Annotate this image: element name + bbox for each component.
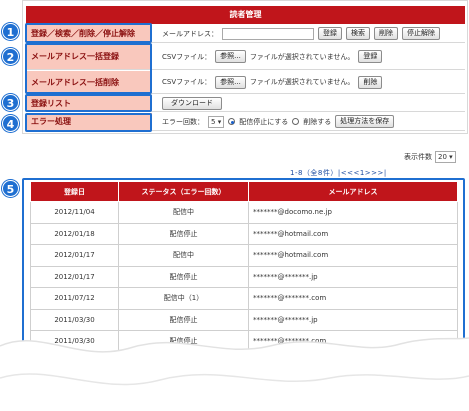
per-page-label: 表示件数 [404, 153, 432, 161]
panel-title: 読者管理 [26, 6, 465, 24]
pagination[interactable]: 1-8（全8件）|<<<1>>>| [290, 168, 387, 178]
download-button[interactable]: ダウンロード [162, 96, 222, 110]
registration-date-cell: 2012/01/17 [30, 265, 119, 288]
email-cell: *******@docomo.ne.jp [248, 201, 458, 224]
status-cell: 配信中（1） [118, 287, 249, 310]
csv-label: CSVファイル： [162, 78, 212, 86]
register-button[interactable]: 登録 [318, 27, 342, 40]
column-header-status: ステータス（エラー回数） [118, 181, 249, 202]
email-cell: *******@*******.jp [248, 265, 458, 288]
bulk-register-button[interactable]: 登録 [358, 50, 383, 63]
per-page-control: 表示件数 20 ▾ [404, 151, 456, 163]
error-count-label: エラー回数： [162, 117, 204, 126]
highlight-box-3 [25, 94, 152, 112]
save-method-button[interactable]: 処理方法を保存 [335, 115, 395, 128]
per-page-select[interactable]: 20 ▾ [435, 151, 456, 163]
step-badge-5: 5 [2, 180, 19, 197]
status-cell: 配信中 [118, 244, 249, 267]
browse-button[interactable]: 参照... [215, 50, 246, 63]
table-row: 2012/01/17 配信停止 *******@*******.jp [30, 265, 458, 288]
browse-button[interactable]: 参照... [215, 75, 246, 89]
step-badge-3: 3 [2, 94, 19, 111]
email-label: メールアドレス： [162, 29, 218, 38]
status-cell: 配信中 [118, 201, 249, 224]
highlight-box-4 [25, 113, 152, 132]
torn-edge-decoration [0, 337, 469, 411]
status-cell: 配信停止 [118, 265, 249, 288]
email-input[interactable] [222, 27, 314, 40]
resume-button[interactable]: 停止解除 [402, 27, 440, 40]
column-header-date: 登録日 [30, 181, 119, 202]
registration-date-cell: 2011/07/12 [30, 287, 119, 310]
table-row: 2012/01/18 配信停止 *******@hotmail.com [30, 222, 458, 245]
stop-delivery-label: 配信停止にする [239, 117, 289, 126]
email-cell: *******@hotmail.com [248, 244, 458, 267]
table-row: 2012/01/17 配信中 *******@hotmail.com [30, 244, 458, 267]
highlight-box-2 [25, 43, 152, 94]
bulk-delete-button[interactable]: 削除 [358, 75, 383, 89]
no-file-text: ファイルが選択されていません。 [249, 52, 355, 61]
stop-delivery-radio[interactable] [228, 118, 236, 125]
search-button[interactable]: 検索 [346, 27, 370, 40]
no-file-text: ファイルが選択されていません。 [249, 78, 355, 86]
step-badge-1: 1 [2, 23, 19, 40]
registration-date-cell: 2012/01/17 [30, 244, 119, 267]
column-header-email: メールアドレス [248, 181, 458, 202]
table-row: 2011/07/12 配信中（1） *******@*******.com [30, 287, 458, 310]
csv-label: CSVファイル： [162, 52, 212, 61]
email-cell: *******@*******.com [248, 287, 458, 310]
registration-date-cell: 2012/01/18 [30, 222, 119, 245]
delete-label: 削除する [303, 117, 332, 126]
email-cell: *******@hotmail.com [248, 222, 458, 245]
step-badge-2: 2 [2, 48, 19, 65]
step-badge-4: 4 [2, 115, 19, 132]
delete-radio[interactable] [292, 118, 300, 125]
registration-date-cell: 2012/11/04 [30, 201, 119, 224]
table-row: 2012/11/04 配信中 *******@docomo.ne.jp [30, 201, 458, 224]
status-cell: 配信停止 [118, 222, 249, 245]
error-count-select[interactable]: 5 ▾ [208, 115, 225, 128]
delete-button[interactable]: 削除 [374, 27, 398, 40]
highlight-box-1 [25, 23, 152, 43]
